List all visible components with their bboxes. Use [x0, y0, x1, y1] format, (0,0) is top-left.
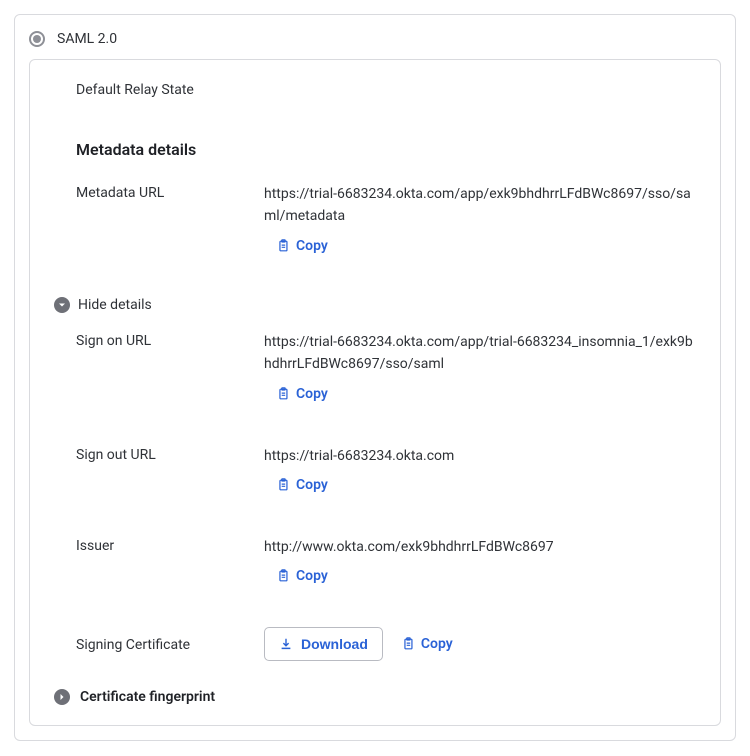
copy-label: Copy — [296, 568, 328, 584]
copy-certificate-button[interactable]: Copy — [401, 636, 453, 652]
sign-out-url-label: Sign out URL — [76, 445, 264, 463]
signing-certificate-actions: Download Copy — [264, 627, 696, 661]
copy-label: Copy — [296, 386, 328, 402]
radio-saml-label: SAML 2.0 — [57, 31, 117, 47]
chevron-down-icon — [54, 297, 70, 313]
clipboard-icon — [276, 239, 290, 253]
sign-on-url-value-col: https://trial-6683234.okta.com/app/trial… — [264, 331, 696, 405]
clipboard-icon — [276, 569, 290, 583]
metadata-url-value: https://trial-6683234.okta.com/app/exk9b… — [264, 183, 696, 228]
sign-out-url-value: https://trial-6683234.okta.com — [264, 445, 696, 467]
copy-label: Copy — [421, 636, 453, 652]
copy-label: Copy — [296, 477, 328, 493]
metadata-url-value-col: https://trial-6683234.okta.com/app/exk9b… — [264, 183, 696, 257]
issuer-value: http://www.okta.com/exk9bhdhrrLFdBWc8697 — [264, 536, 696, 558]
copy-sign-on-url-button[interactable]: Copy — [264, 386, 328, 402]
copy-sign-out-url-button[interactable]: Copy — [264, 477, 328, 493]
sign-on-url-label: Sign on URL — [76, 331, 264, 349]
download-certificate-button[interactable]: Download — [264, 627, 383, 661]
download-icon — [279, 637, 293, 651]
issuer-label: Issuer — [76, 536, 264, 554]
hide-details-label: Hide details — [78, 297, 152, 313]
hide-details-toggle[interactable]: Hide details — [54, 297, 696, 313]
sign-out-url-value-col: https://trial-6683234.okta.com Copy — [264, 445, 696, 496]
copy-label: Copy — [296, 238, 328, 254]
chevron-right-icon — [54, 689, 70, 705]
saml-details-panel: Default Relay State Metadata details Met… — [29, 59, 721, 726]
metadata-url-row: Metadata URL https://trial-6683234.okta.… — [76, 183, 696, 257]
issuer-row: Issuer http://www.okta.com/exk9bhdhrrLFd… — [76, 536, 696, 587]
certificate-fingerprint-toggle[interactable]: Certificate fingerprint — [54, 689, 696, 705]
sign-out-url-row: Sign out URL https://trial-6683234.okta.… — [76, 445, 696, 496]
radio-saml-2[interactable] — [29, 31, 45, 47]
sign-on-url-row: Sign on URL https://trial-6683234.okta.c… — [76, 331, 696, 405]
issuer-value-col: http://www.okta.com/exk9bhdhrrLFdBWc8697… — [264, 536, 696, 587]
sign-on-url-value: https://trial-6683234.okta.com/app/trial… — [264, 331, 696, 376]
download-label: Download — [301, 636, 368, 652]
copy-metadata-url-button[interactable]: Copy — [264, 238, 328, 254]
clipboard-icon — [401, 637, 415, 651]
sign-on-method-row: SAML 2.0 — [29, 27, 721, 59]
saml-settings-panel: SAML 2.0 Default Relay State Metadata de… — [14, 14, 736, 741]
metadata-url-label: Metadata URL — [76, 183, 264, 201]
metadata-section-title: Metadata details — [76, 140, 696, 159]
panel-content: Default Relay State Metadata details Met… — [54, 82, 696, 705]
clipboard-icon — [276, 387, 290, 401]
copy-issuer-button[interactable]: Copy — [264, 568, 328, 584]
clipboard-icon — [276, 478, 290, 492]
signing-certificate-row: Signing Certificate Download Copy — [76, 627, 696, 661]
signing-certificate-label: Signing Certificate — [76, 635, 264, 653]
certificate-fingerprint-label: Certificate fingerprint — [80, 689, 215, 705]
default-relay-state-label: Default Relay State — [76, 82, 696, 98]
radio-dot-icon — [33, 35, 41, 43]
